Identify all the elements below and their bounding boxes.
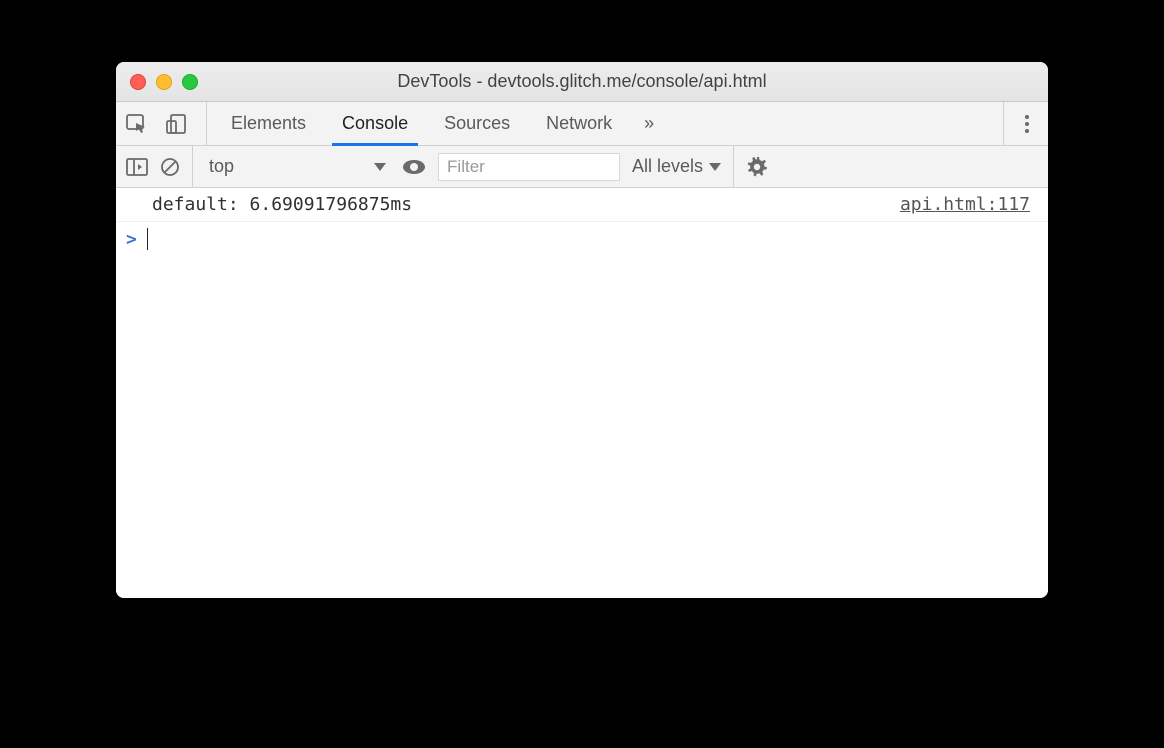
inspect-element-icon[interactable] xyxy=(126,114,148,134)
window-maximize-button[interactable] xyxy=(182,74,198,90)
tab-network[interactable]: Network xyxy=(528,102,630,145)
console-prompt-input[interactable] xyxy=(148,229,1030,250)
panel-tabs: Elements Console Sources Network » xyxy=(213,102,668,145)
divider xyxy=(1003,102,1004,145)
prompt-chevron-icon: > xyxy=(126,229,137,250)
window-titlebar: DevTools - devtools.glitch.me/console/ap… xyxy=(116,62,1048,102)
more-options-button[interactable] xyxy=(1016,113,1038,135)
execution-context-select[interactable]: top xyxy=(205,156,390,177)
traffic-lights xyxy=(130,74,198,90)
console-prompt-row[interactable]: > xyxy=(116,222,1048,256)
console-settings-icon[interactable] xyxy=(746,156,768,178)
console-sidebar-toggle-icon[interactable] xyxy=(126,158,148,176)
panel-tabs-bar: Elements Console Sources Network » xyxy=(116,102,1048,146)
filter-input[interactable] xyxy=(438,153,620,181)
devtools-window: DevTools - devtools.glitch.me/console/ap… xyxy=(116,62,1048,598)
divider xyxy=(733,146,734,187)
log-levels-select[interactable]: All levels xyxy=(632,156,721,177)
tab-sources[interactable]: Sources xyxy=(426,102,528,145)
tabs-overflow-button[interactable]: » xyxy=(630,102,668,145)
window-close-button[interactable] xyxy=(130,74,146,90)
console-output: default: 6.69091796875ms api.html:117 > xyxy=(116,188,1048,598)
divider xyxy=(192,146,193,187)
context-label: top xyxy=(209,156,234,177)
window-minimize-button[interactable] xyxy=(156,74,172,90)
tab-console[interactable]: Console xyxy=(324,102,426,145)
clear-console-icon[interactable] xyxy=(160,157,180,177)
chevron-down-icon xyxy=(374,163,386,171)
console-toolbar: top All levels xyxy=(116,146,1048,188)
tabs-right-group xyxy=(991,102,1038,145)
window-title: DevTools - devtools.glitch.me/console/ap… xyxy=(128,71,1036,92)
tab-elements[interactable]: Elements xyxy=(213,102,324,145)
log-source-link[interactable]: api.html:117 xyxy=(900,194,1030,215)
log-message: default: 6.69091796875ms xyxy=(152,194,412,215)
device-toolbar-icon[interactable] xyxy=(166,114,188,134)
tabs-left-icons xyxy=(126,102,207,145)
levels-label: All levels xyxy=(632,156,703,177)
log-row: default: 6.69091796875ms api.html:117 xyxy=(116,188,1048,222)
chevron-down-icon xyxy=(709,163,721,171)
live-expression-icon[interactable] xyxy=(402,159,426,175)
